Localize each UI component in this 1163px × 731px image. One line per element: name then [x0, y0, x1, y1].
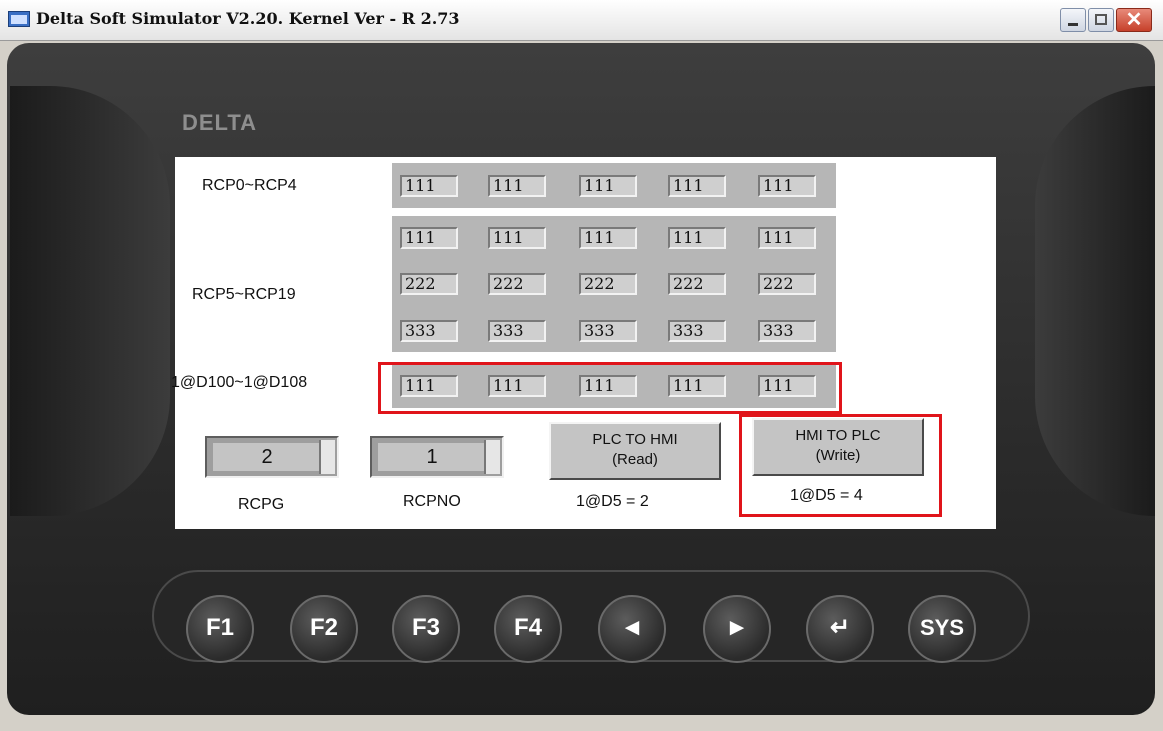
minimize-button[interactable] [1060, 8, 1086, 32]
recipe-cell[interactable]: 111 [579, 175, 637, 197]
recipe-cell[interactable]: 222 [579, 273, 637, 295]
write-button-line2: (Write) [815, 447, 861, 464]
sys-key[interactable]: SYS [908, 595, 976, 663]
enter-key[interactable]: ↵ [806, 595, 874, 663]
write-caption: 1@D5 = 4 [790, 487, 863, 504]
hmi-to-plc-write-button[interactable]: HMI TO PLC (Write) [752, 418, 924, 476]
rcp0-4-label: RCP0~RCP4 [202, 177, 297, 194]
maximize-button[interactable] [1088, 8, 1114, 32]
rcpno-value: 1 [378, 443, 486, 471]
rcpg-value: 2 [213, 443, 321, 471]
rcpg-field[interactable]: 2 [205, 436, 339, 478]
function-key-bar [152, 570, 1030, 662]
f3-key[interactable]: F3 [392, 595, 460, 663]
recipe-cell[interactable]: 222 [400, 273, 458, 295]
window-title: Delta Soft Simulator V2.20. Kernel Ver -… [36, 9, 460, 28]
title-bar: Delta Soft Simulator V2.20. Kernel Ver -… [0, 0, 1163, 41]
recipe-cell[interactable]: 111 [668, 175, 726, 197]
recipe-cell[interactable]: 222 [668, 273, 726, 295]
recipe-cell[interactable]: 333 [488, 320, 546, 342]
rcpg-spin-handle[interactable] [319, 440, 335, 474]
f4-key[interactable]: F4 [494, 595, 562, 663]
read-caption: 1@D5 = 2 [576, 493, 649, 510]
recipe-cell[interactable]: 222 [758, 273, 816, 295]
f1-key[interactable]: F1 [186, 595, 254, 663]
write-button-line1: HMI TO PLC [795, 427, 881, 444]
read-button-line2: (Read) [612, 451, 658, 468]
close-button[interactable]: ✕ [1116, 8, 1152, 32]
recipe-cell[interactable]: 111 [400, 227, 458, 249]
recipe-cell[interactable]: 111 [579, 227, 637, 249]
recipe-cell[interactable]: 111 [400, 175, 458, 197]
recipe-cell[interactable]: 222 [488, 273, 546, 295]
device-right-grip [1035, 86, 1155, 516]
recipe-cell[interactable]: 333 [758, 320, 816, 342]
right-arrow-key[interactable]: ► [703, 595, 771, 663]
plc-to-hmi-read-button[interactable]: PLC TO HMI (Read) [549, 422, 721, 480]
device-left-grip [10, 86, 170, 516]
recipe-cell[interactable]: 111 [758, 175, 816, 197]
rcp5-19-label: RCP5~RCP19 [192, 286, 296, 303]
f2-key[interactable]: F2 [290, 595, 358, 663]
recipe-cell[interactable]: 333 [579, 320, 637, 342]
read-button-line1: PLC TO HMI [592, 431, 678, 448]
recipe-cell[interactable]: 333 [400, 320, 458, 342]
recipe-cell[interactable]: 111 [758, 227, 816, 249]
recipe-cell[interactable]: 333 [668, 320, 726, 342]
rcpg-label: RCPG [238, 496, 285, 513]
d100-d108-label: 1@D100~1@D108 [171, 374, 308, 391]
delta-logo: DELTA [182, 110, 258, 135]
registers-highlight [378, 362, 842, 414]
app-icon [8, 11, 30, 27]
rcpno-field[interactable]: 1 [370, 436, 504, 478]
rcpno-label: RCPNO [403, 493, 461, 510]
rcpno-spin-handle[interactable] [484, 440, 500, 474]
recipe-cell[interactable]: 111 [488, 227, 546, 249]
recipe-cell[interactable]: 111 [488, 175, 546, 197]
recipe-cell[interactable]: 111 [668, 227, 726, 249]
left-arrow-key[interactable]: ◄ [598, 595, 666, 663]
